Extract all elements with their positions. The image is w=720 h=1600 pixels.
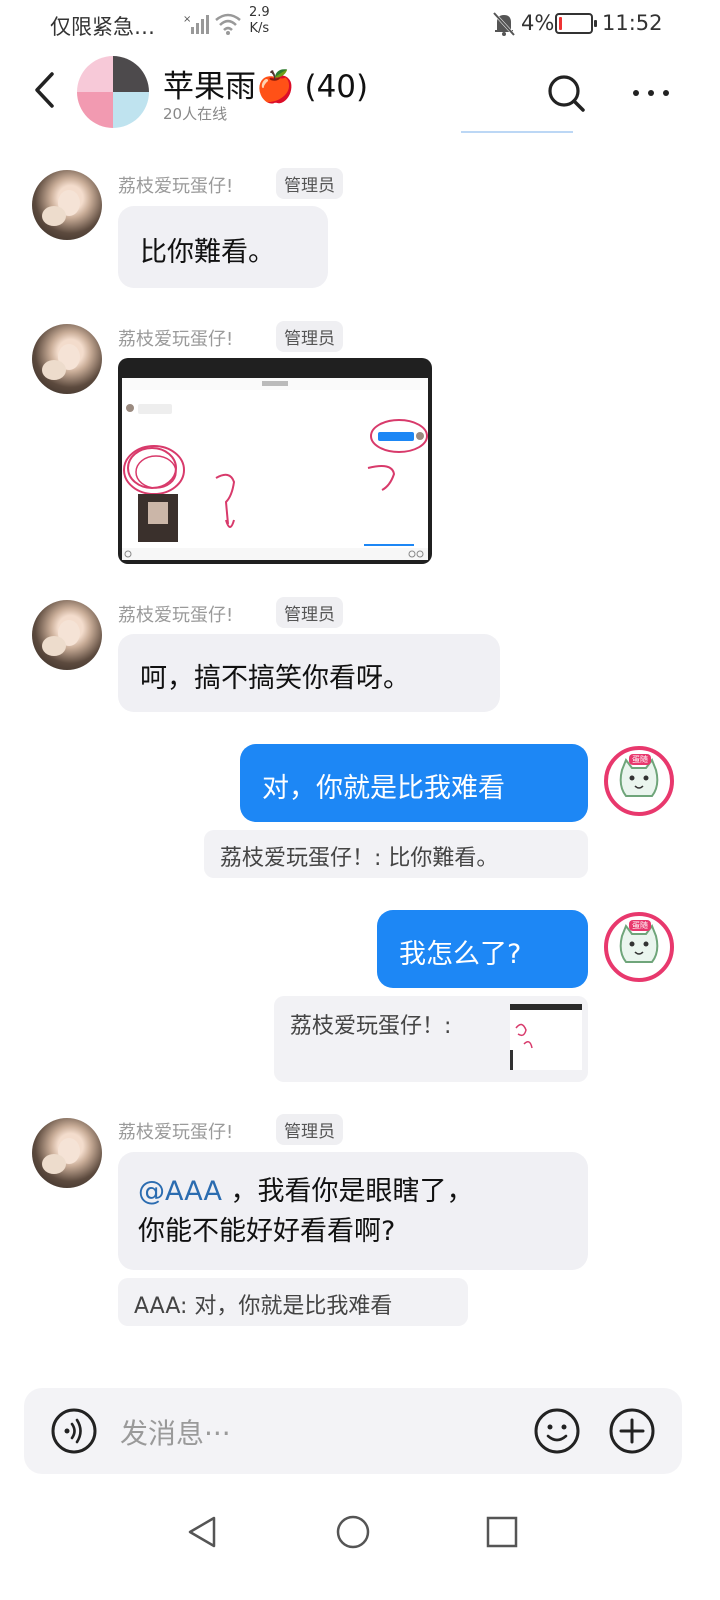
avatar-tag: 蛋随 bbox=[629, 920, 651, 931]
sender-name: 荔枝爱玩蛋仔! bbox=[118, 605, 234, 626]
admin-badge: 管理员 bbox=[276, 321, 343, 352]
network-speed: 2.9 K/s bbox=[249, 5, 270, 37]
search-icon[interactable] bbox=[545, 72, 587, 114]
nav-back-icon[interactable] bbox=[182, 1512, 222, 1552]
annotated-screenshot-image bbox=[122, 378, 428, 560]
sender-avatar[interactable] bbox=[32, 1118, 102, 1188]
message-text: 比你難看。 bbox=[140, 237, 275, 268]
avatar-tag: 蛋随 bbox=[629, 754, 651, 765]
admin-badge: 管理员 bbox=[276, 168, 343, 199]
header-divider bbox=[461, 131, 573, 133]
message-text: @AAA ，我看你是眼瞎了， 你能不能好好看看啊? bbox=[138, 1172, 474, 1252]
battery-percent: 4% bbox=[521, 11, 555, 35]
speed-value: 2.9 bbox=[249, 5, 270, 20]
voice-input-icon[interactable] bbox=[50, 1407, 98, 1455]
member-count: (40) bbox=[304, 69, 369, 105]
wifi-icon bbox=[215, 13, 241, 35]
quoted-reply[interactable]: AAA: 对，你就是比我难看 bbox=[118, 1278, 468, 1326]
sender-avatar[interactable] bbox=[32, 170, 102, 240]
svg-text:×: × bbox=[183, 14, 191, 25]
quoted-reply[interactable]: 荔枝爱玩蛋仔！: bbox=[274, 996, 588, 1082]
message-text: 呵，搞不搞笑你看呀。 bbox=[140, 663, 410, 694]
admin-badge: 管理员 bbox=[276, 1114, 343, 1145]
online-count: 20人在线 bbox=[163, 105, 228, 123]
quote-text: AAA: 对，你就是比我难看 bbox=[134, 1294, 393, 1319]
message-input-bar: 发消息··· bbox=[24, 1388, 682, 1474]
outgoing-message-bubble[interactable]: 我怎么了? bbox=[377, 910, 588, 988]
quoted-image-thumbnail bbox=[510, 1004, 582, 1070]
group-avatar[interactable] bbox=[77, 56, 149, 128]
message-bubble[interactable]: 比你難看。 bbox=[118, 206, 328, 288]
nav-home-icon[interactable] bbox=[333, 1512, 373, 1552]
nav-recents-icon[interactable] bbox=[482, 1512, 522, 1552]
carrier-label: 仅限紧急… bbox=[50, 15, 155, 39]
plus-icon[interactable] bbox=[608, 1407, 656, 1455]
back-arrow-icon[interactable] bbox=[32, 70, 58, 110]
battery-icon bbox=[555, 13, 597, 34]
message-bubble[interactable]: 呵，搞不搞笑你看呀。 bbox=[118, 634, 500, 712]
message-bubble[interactable]: @AAA ，我看你是眼瞎了， 你能不能好好看看啊? bbox=[118, 1152, 588, 1270]
no-signal-icon: × bbox=[183, 14, 209, 34]
admin-badge: 管理员 bbox=[276, 597, 343, 628]
group-name: 苹果雨🍎 bbox=[163, 69, 295, 105]
self-avatar[interactable]: 蛋随 bbox=[604, 912, 674, 982]
mute-bell-icon bbox=[492, 11, 516, 37]
sender-avatar[interactable] bbox=[32, 600, 102, 670]
self-avatar[interactable]: 蛋随 bbox=[604, 746, 674, 816]
group-title[interactable]: 苹果雨🍎 (40) bbox=[163, 61, 368, 106]
emoji-icon[interactable] bbox=[533, 1407, 581, 1455]
sender-name: 荔枝爱玩蛋仔! bbox=[118, 1122, 234, 1143]
message-line-1: ，我看你是眼瞎了， bbox=[221, 1176, 474, 1207]
quoted-reply[interactable]: 荔枝爱玩蛋仔！: 比你難看。 bbox=[204, 830, 588, 878]
message-line-2: 你能不能好好看看啊? bbox=[138, 1216, 396, 1247]
speed-unit: K/s bbox=[249, 21, 270, 36]
message-text: 对，你就是比我难看 bbox=[262, 773, 505, 804]
sender-avatar[interactable] bbox=[32, 324, 102, 394]
quote-text: 荔枝爱玩蛋仔！: bbox=[290, 1014, 452, 1039]
system-navigation-bar bbox=[0, 1490, 720, 1600]
image-message[interactable] bbox=[118, 358, 432, 564]
quote-text: 荔枝爱玩蛋仔！: 比你難看。 bbox=[220, 846, 499, 871]
more-options-icon[interactable] bbox=[630, 78, 672, 108]
status-bar: 仅限紧急… × 2.9 K/s 4% 11:52 bbox=[0, 0, 720, 48]
sender-name: 荔枝爱玩蛋仔! bbox=[118, 176, 234, 197]
message-text: 我怎么了? bbox=[399, 939, 522, 970]
chat-header: 苹果雨🍎 (40) 20人在线 bbox=[0, 48, 720, 134]
sender-name: 荔枝爱玩蛋仔! bbox=[118, 329, 234, 350]
message-input[interactable]: 发消息··· bbox=[120, 1412, 231, 1452]
outgoing-message-bubble[interactable]: 对，你就是比我难看 bbox=[240, 744, 588, 822]
mention-link[interactable]: @AAA bbox=[138, 1176, 222, 1207]
clock: 11:52 bbox=[602, 11, 663, 35]
